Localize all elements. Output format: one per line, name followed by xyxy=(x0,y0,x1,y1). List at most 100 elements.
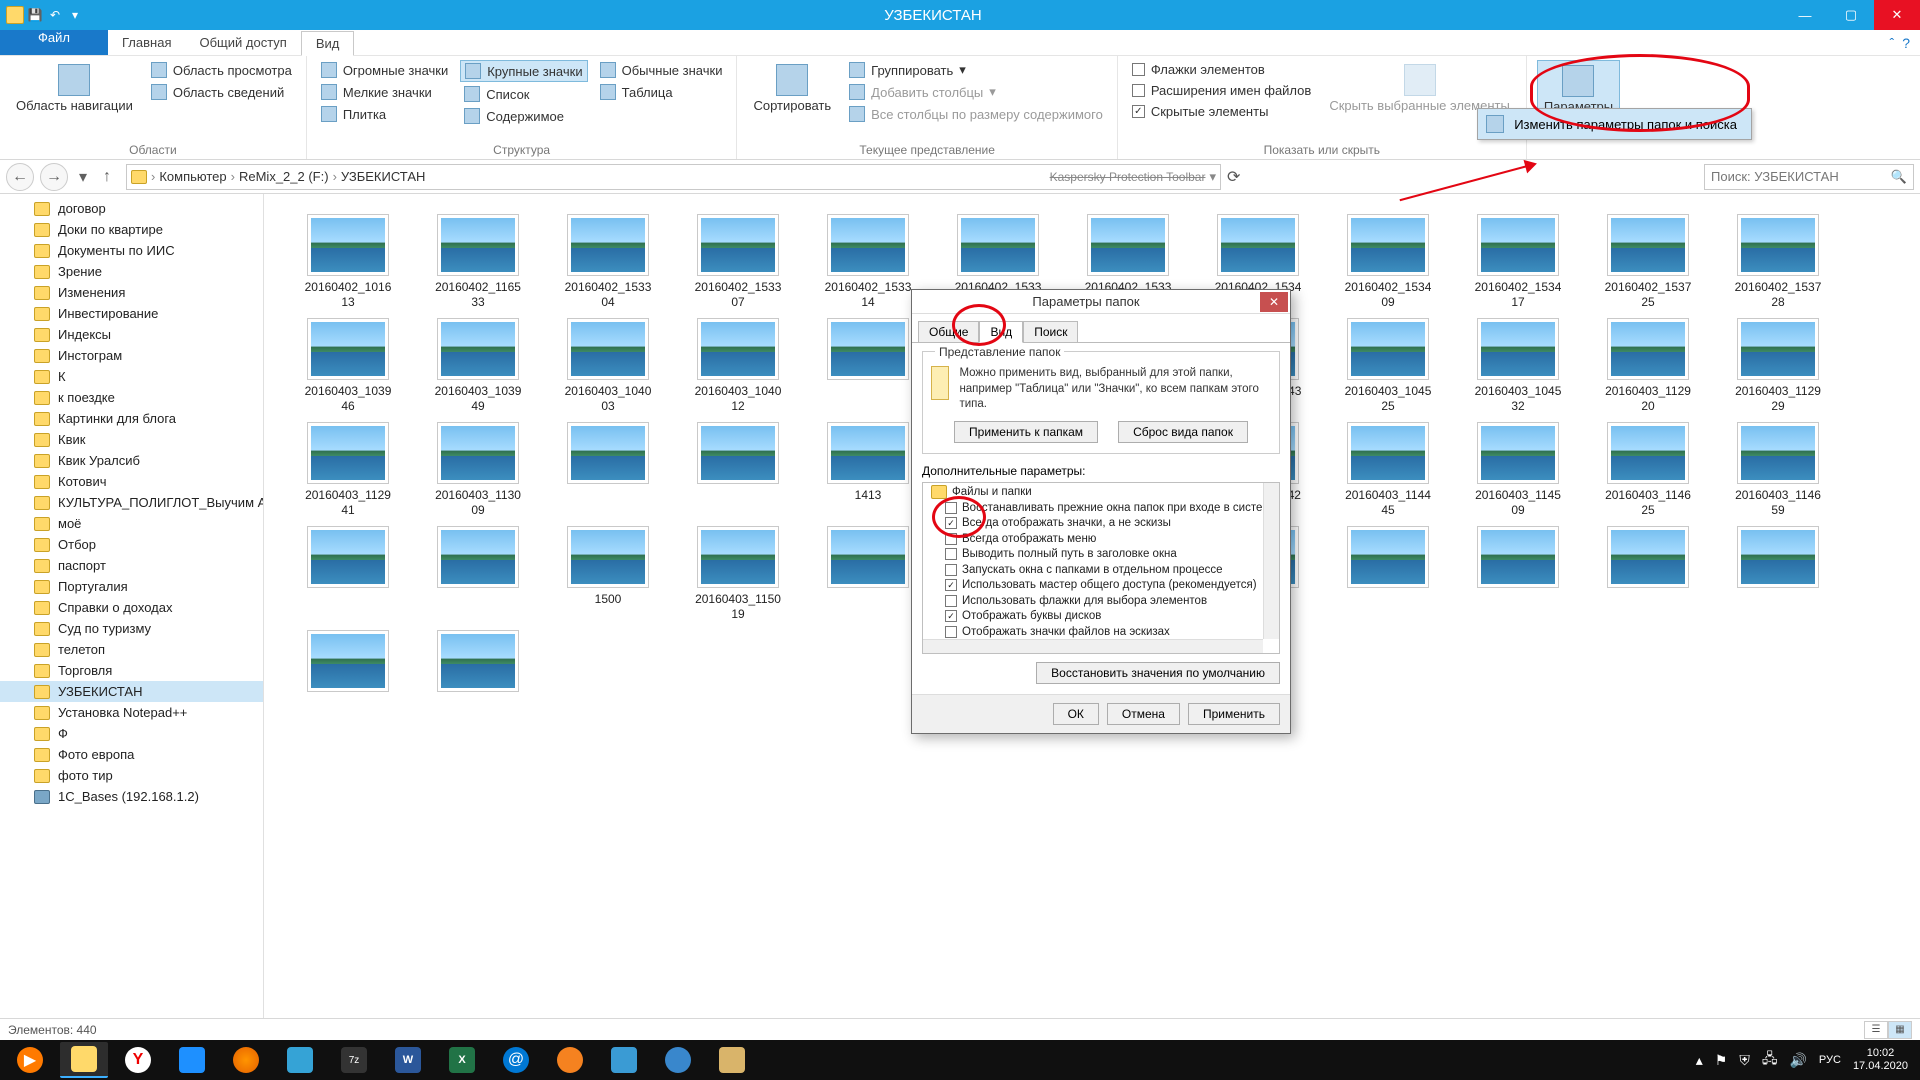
taskbar-app2[interactable] xyxy=(276,1042,324,1078)
address-dropdown-icon[interactable]: ▾ xyxy=(1209,169,1216,185)
file-item[interactable]: 20160403_1045 32 xyxy=(1464,318,1572,416)
file-item[interactable] xyxy=(1464,526,1572,624)
file-item[interactable] xyxy=(684,422,792,520)
file-item[interactable]: 1500 xyxy=(554,526,662,624)
apply-to-folders-button[interactable]: Применить к папкам xyxy=(954,421,1098,443)
dialog-tab-search[interactable]: Поиск xyxy=(1023,321,1078,343)
layout-list[interactable]: Список xyxy=(460,84,587,104)
checkbox-icon[interactable] xyxy=(945,517,957,529)
taskbar-calc[interactable] xyxy=(708,1042,756,1078)
sidebar-item[interactable]: Инвестирование xyxy=(0,303,263,324)
layout-md[interactable]: Обычные значки xyxy=(596,60,727,80)
checkbox-icon[interactable] xyxy=(945,579,957,591)
sidebar-item[interactable]: Картинки для блога xyxy=(0,408,263,429)
help-icon[interactable]: ? xyxy=(1902,35,1910,51)
advanced-settings-tree[interactable]: Файлы и папки Восстанавливать прежние ок… xyxy=(922,482,1280,654)
tray-flag-icon[interactable]: ⚑ xyxy=(1715,1052,1728,1069)
qa-dropdown-icon[interactable]: ▾ xyxy=(66,6,84,24)
checkbox-icon[interactable] xyxy=(945,502,957,514)
sidebar-item[interactable]: Справки о доходах xyxy=(0,597,263,618)
taskbar-snip[interactable] xyxy=(600,1042,648,1078)
group-by-button[interactable]: Группировать ▾ xyxy=(845,60,1107,80)
file-ext-toggle[interactable]: Расширения имен файлов xyxy=(1128,81,1316,100)
file-item[interactable] xyxy=(1594,526,1702,624)
sidebar-item[interactable]: телетоп xyxy=(0,639,263,660)
ribbon-help[interactable]: ˆ ? xyxy=(1880,30,1920,55)
sidebar-item[interactable]: Котович xyxy=(0,471,263,492)
add-columns-button[interactable]: Добавить столбцы ▾ xyxy=(845,82,1107,102)
reset-folders-button[interactable]: Сброс вида папок xyxy=(1118,421,1248,443)
address-bar[interactable]: › Компьютер › ReMix_2_2 (F:) › УЗБЕКИСТА… xyxy=(126,164,1221,190)
sidebar-item[interactable]: Квик Уралсиб xyxy=(0,450,263,471)
ribbon-collapse-icon[interactable]: ˆ xyxy=(1890,35,1895,51)
file-item[interactable]: 20160402_1537 25 xyxy=(1594,214,1702,312)
tray-up-icon[interactable]: ▴ xyxy=(1696,1052,1703,1069)
checkbox-icon[interactable] xyxy=(945,595,957,607)
layout-table[interactable]: Таблица xyxy=(596,82,727,102)
sidebar-item[interactable]: УЗБЕКИСТАН xyxy=(0,681,263,702)
layout-sm[interactable]: Мелкие значки xyxy=(317,82,452,102)
sidebar-item[interactable]: Квик xyxy=(0,429,263,450)
sidebar-item[interactable]: Отбор xyxy=(0,534,263,555)
sidebar-item[interactable]: Португалия xyxy=(0,576,263,597)
taskbar-thunderbird[interactable] xyxy=(654,1042,702,1078)
tray-shield-icon[interactable]: ⛨ xyxy=(1739,1052,1750,1069)
file-item[interactable]: 20160403_1146 25 xyxy=(1594,422,1702,520)
taskbar-firefox[interactable] xyxy=(222,1042,270,1078)
file-item[interactable] xyxy=(1724,526,1832,624)
taskbar-app[interactable]: ▶ xyxy=(6,1042,54,1078)
sidebar-item[interactable]: Индексы xyxy=(0,324,263,345)
taskbar-word[interactable]: W xyxy=(384,1042,432,1078)
file-item[interactable]: 20160402_1534 17 xyxy=(1464,214,1572,312)
file-item[interactable]: 20160403_1129 41 xyxy=(294,422,402,520)
dialog-close-button[interactable]: ✕ xyxy=(1260,292,1288,312)
file-item[interactable]: 20160403_1039 49 xyxy=(424,318,532,416)
tab-home[interactable]: Главная xyxy=(108,30,185,55)
sidebar-item[interactable]: Фото европа xyxy=(0,744,263,765)
tray-clock[interactable]: 10:02 17.04.2020 xyxy=(1853,1047,1908,1073)
hidden-items-toggle[interactable]: Скрытые элементы xyxy=(1128,102,1316,121)
tree-hscrollbar[interactable] xyxy=(923,639,1263,653)
layout-xl[interactable]: Огромные значки xyxy=(317,60,452,80)
window-minimize[interactable]: — xyxy=(1782,0,1828,30)
layout-lg[interactable]: Крупные значки xyxy=(460,60,587,82)
view-icons-button[interactable]: ▦ xyxy=(1888,1021,1912,1039)
tree-item[interactable]: Отображать значки файлов на эскизах xyxy=(927,624,1279,640)
window-maximize[interactable]: ▢ xyxy=(1828,0,1874,30)
forward-button[interactable]: → xyxy=(40,163,68,191)
sidebar-item[interactable]: договор xyxy=(0,198,263,219)
taskbar-yandex[interactable]: Y xyxy=(114,1042,162,1078)
file-item[interactable] xyxy=(814,526,922,624)
nav-pane-button[interactable]: Область навигации xyxy=(10,60,139,117)
file-item[interactable]: 20160403_1045 25 xyxy=(1334,318,1442,416)
preview-pane-button[interactable]: Область просмотра xyxy=(147,60,296,80)
file-item[interactable]: 20160403_1129 29 xyxy=(1724,318,1832,416)
file-item[interactable] xyxy=(814,318,922,416)
back-button[interactable]: ← xyxy=(6,163,34,191)
sidebar-item[interactable]: Установка Notepad++ xyxy=(0,702,263,723)
window-close[interactable]: ✕ xyxy=(1874,0,1920,30)
view-details-button[interactable]: ☰ xyxy=(1864,1021,1888,1039)
tree-item[interactable]: Использовать флажки для выбора элементов xyxy=(927,593,1279,609)
file-item[interactable]: 20160403_1146 59 xyxy=(1724,422,1832,520)
file-item[interactable]: 20160403_1150 19 xyxy=(684,526,792,624)
file-item[interactable]: 20160403_1130 09 xyxy=(424,422,532,520)
up-button[interactable]: ↑ xyxy=(98,168,116,186)
nav-sidebar[interactable]: договорДоки по квартиреДокументы по ИИСЗ… xyxy=(0,194,264,1022)
file-tab[interactable]: Файл xyxy=(0,30,108,55)
file-item[interactable] xyxy=(1334,526,1442,624)
sidebar-item[interactable]: моё xyxy=(0,513,263,534)
checkbox-icon[interactable] xyxy=(945,533,957,545)
tree-item[interactable]: Всегда отображать значки, а не эскизы xyxy=(927,516,1279,532)
sidebar-item[interactable]: Торговля xyxy=(0,660,263,681)
fit-columns-button[interactable]: Все столбцы по размеру содержимого xyxy=(845,104,1107,124)
tree-item[interactable]: Восстанавливать прежние окна папок при в… xyxy=(927,500,1279,516)
recent-button[interactable]: ▾ xyxy=(74,168,92,186)
breadcrumb[interactable]: УЗБЕКИСТАН xyxy=(341,169,425,184)
tray-network-icon[interactable]: 🖧 xyxy=(1762,1048,1778,1072)
file-item[interactable] xyxy=(294,526,402,624)
taskbar-app4[interactable] xyxy=(546,1042,594,1078)
taskbar-excel[interactable]: X xyxy=(438,1042,486,1078)
file-item[interactable]: 20160402_1533 07 xyxy=(684,214,792,312)
file-item[interactable] xyxy=(294,630,402,728)
